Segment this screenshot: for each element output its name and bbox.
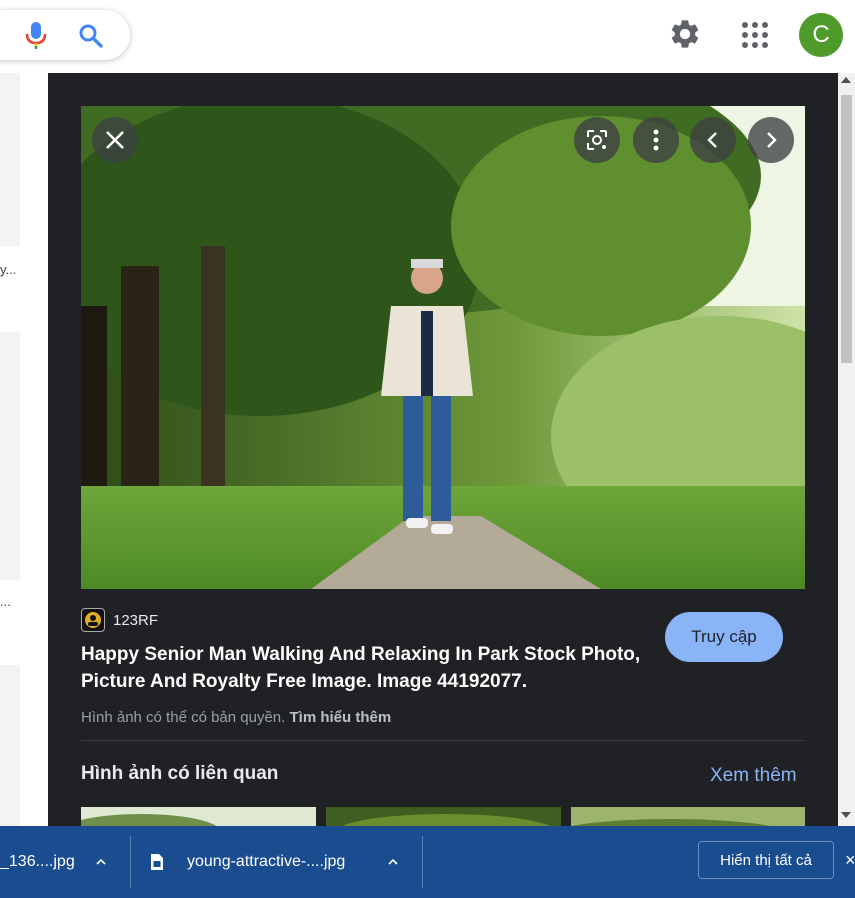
lens-search-button[interactable] bbox=[574, 117, 620, 163]
result-card[interactable] bbox=[0, 665, 20, 826]
result-title-truncated[interactable]: ... bbox=[0, 594, 11, 609]
next-image-button[interactable] bbox=[748, 117, 794, 163]
download-filename: _136....jpg bbox=[0, 853, 75, 870]
result-card[interactable] bbox=[0, 73, 20, 246]
more-vert-icon bbox=[653, 129, 659, 151]
source-row[interactable]: 123RF bbox=[81, 607, 158, 633]
download-filename: young-attractive-....jpg bbox=[187, 853, 346, 870]
image-viewer-panel: 123RF Happy Senior Man Walking And Relax… bbox=[48, 73, 838, 826]
preview-image[interactable] bbox=[81, 106, 805, 589]
download-item[interactable]: _136....jpg bbox=[0, 826, 125, 898]
avatar[interactable]: C bbox=[799, 13, 843, 57]
visit-button[interactable]: Truy cập bbox=[665, 612, 783, 662]
mic-icon[interactable] bbox=[25, 21, 47, 51]
related-thumbnail[interactable] bbox=[81, 807, 316, 826]
separator bbox=[130, 836, 131, 888]
lens-search-icon bbox=[587, 130, 607, 150]
top-bar: C bbox=[0, 0, 855, 73]
chevron-up-icon[interactable] bbox=[96, 857, 106, 867]
search-box[interactable] bbox=[0, 10, 130, 60]
results-background: y... ... bbox=[0, 73, 48, 826]
show-all-downloads-button[interactable]: Hiển thị tất cả bbox=[698, 841, 834, 879]
chevron-left-icon bbox=[707, 132, 717, 148]
close-icon bbox=[106, 131, 124, 149]
source-name: 123RF bbox=[113, 611, 159, 629]
scroll-down-arrow-icon[interactable] bbox=[841, 812, 851, 818]
previous-image-button[interactable] bbox=[690, 117, 736, 163]
related-images-heading: Hình ảnh có liên quan bbox=[81, 763, 279, 784]
gear-icon[interactable] bbox=[668, 17, 702, 51]
copyright-notice: Hình ảnh có thể có bản quyền. Tìm hiểu t… bbox=[81, 709, 391, 726]
related-thumbnail[interactable] bbox=[326, 807, 561, 826]
file-icon bbox=[151, 854, 163, 870]
result-card[interactable] bbox=[0, 332, 20, 580]
close-button[interactable] bbox=[92, 117, 138, 163]
more-options-button[interactable] bbox=[633, 117, 679, 163]
related-thumbnail[interactable] bbox=[571, 807, 805, 826]
learn-more-link[interactable]: Tìm hiểu thêm bbox=[290, 709, 392, 726]
separator bbox=[422, 836, 423, 888]
divider bbox=[81, 740, 805, 741]
download-item[interactable]: young-attractive-....jpg bbox=[150, 826, 410, 898]
chevron-right-icon bbox=[767, 132, 777, 148]
download-bar: _136....jpg young-attractive-....jpg Hiể… bbox=[0, 826, 855, 898]
result-title-truncated[interactable]: y... bbox=[0, 262, 16, 277]
scroll-up-arrow-icon[interactable] bbox=[841, 77, 851, 83]
search-icon[interactable] bbox=[78, 23, 104, 49]
scrollbar-thumb[interactable] bbox=[841, 95, 852, 363]
image-title[interactable]: Happy Senior Man Walking And Relaxing In… bbox=[81, 641, 656, 695]
see-more-link[interactable]: Xem thêm bbox=[710, 765, 797, 787]
close-download-bar-icon[interactable]: × bbox=[845, 850, 855, 871]
apps-grid-icon[interactable] bbox=[740, 20, 770, 50]
source-favicon-icon bbox=[81, 608, 105, 632]
copyright-text: Hình ảnh có thể có bản quyền. bbox=[81, 709, 286, 726]
chevron-up-icon[interactable] bbox=[388, 857, 398, 867]
